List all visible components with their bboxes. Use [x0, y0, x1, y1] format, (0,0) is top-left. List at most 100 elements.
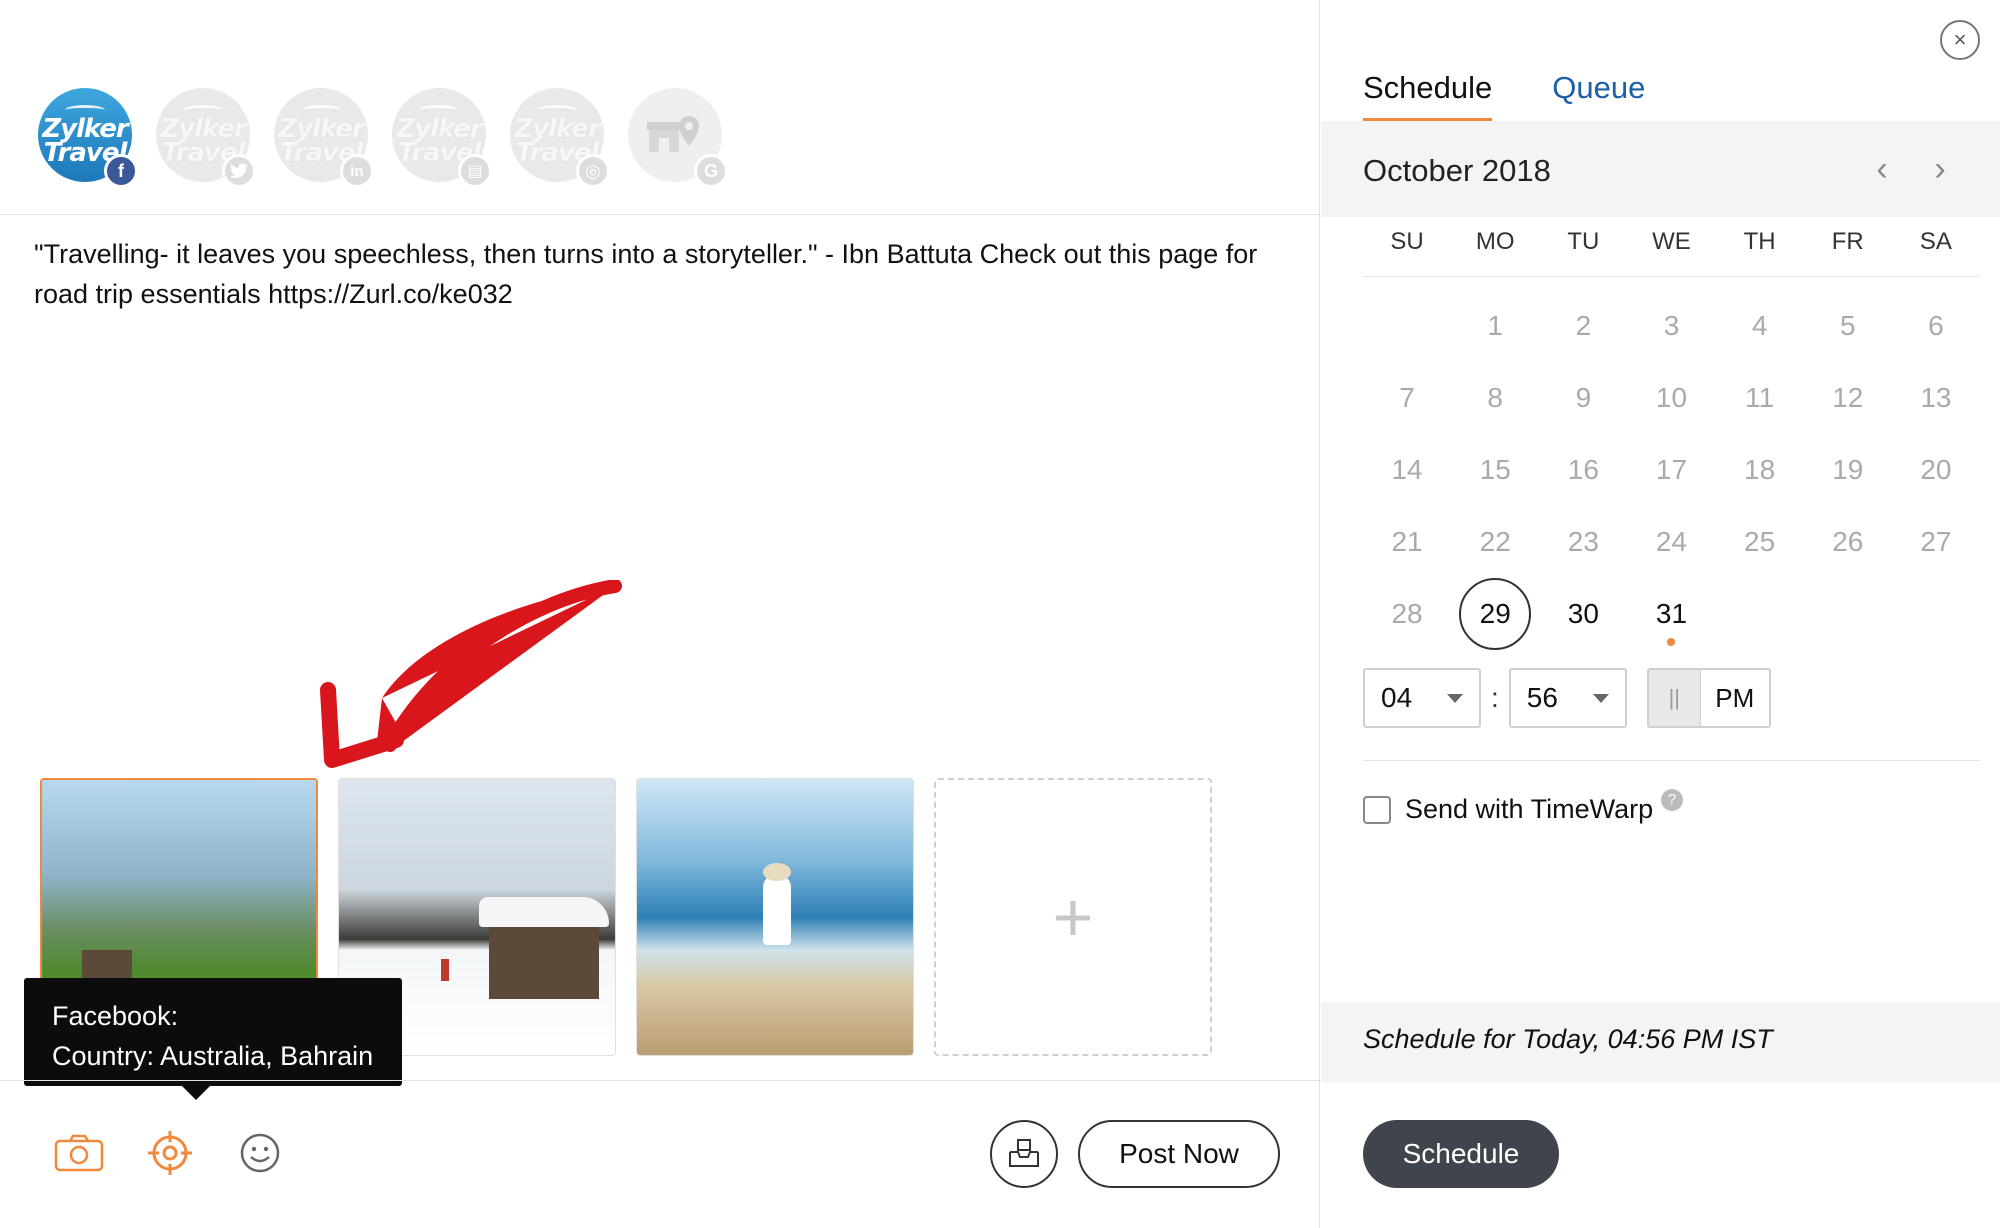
calendar-day: 13 [1892, 362, 1980, 434]
calendar-grid: 1 2 3 4 5 6 7 8 9 10 11 12 13 14 15 16 17 18 19 20 21 22 23 24 2… [1363, 290, 1980, 650]
calendar-day-number: 20 [1920, 454, 1952, 485]
calendar-day-number: 30 [1567, 598, 1599, 629]
calendar-day: 23 [1539, 506, 1627, 578]
chevron-right-icon[interactable]: › [1925, 149, 1955, 189]
weekday-header: SU MO TU WE TH FR SA [1363, 228, 1980, 277]
account-linkedin[interactable]: Zylker Travel in [274, 88, 374, 188]
account-twitter[interactable]: Zylker Travel [156, 88, 256, 188]
account-instagram[interactable]: Zylker Travel ◎ [510, 88, 610, 188]
camera-icon[interactable] [54, 1128, 104, 1178]
tooltip-network: Facebook: [52, 1001, 179, 1031]
account-selector: Zylker Travel f Zylker Travel Zylker Tra… [38, 88, 728, 188]
calendar-day: 11 [1716, 362, 1804, 434]
schedule-summary: Schedule for Today, 04:56 PM IST [1321, 1002, 2000, 1082]
calendar-day: 10 [1627, 362, 1715, 434]
calendar-day-number: 23 [1567, 526, 1599, 557]
calendar-day-number: 27 [1920, 526, 1952, 557]
calendar-day-number: 18 [1744, 454, 1776, 485]
weekday-label: SA [1919, 228, 1952, 255]
calendar-day[interactable]: 30 [1539, 578, 1627, 650]
calendar-day: 22 [1451, 506, 1539, 578]
minute-select[interactable]: 56 [1508, 668, 1627, 728]
timewarp-label[interactable]: Send with TimeWarp [1405, 794, 1653, 825]
calendar-day-number: 13 [1920, 382, 1952, 413]
calendar-day-number: 2 [1575, 310, 1592, 341]
calendar-day-number: 6 [1928, 310, 1944, 341]
account-facebook[interactable]: Zylker Travel f [38, 88, 138, 188]
weekday-label: MO [1475, 228, 1515, 255]
schedule-panel: × Schedule Queue October 2018 ‹ › SU MO … [1321, 0, 2000, 1228]
account-google-my-business[interactable]: G [628, 88, 728, 188]
calendar-day: 3 [1627, 290, 1715, 362]
calendar-day-number: 31 [1655, 598, 1688, 629]
calendar-day-number: 4 [1751, 310, 1768, 341]
calendar-day-number: 19 [1832, 454, 1864, 485]
calendar-day: 6 [1892, 290, 1980, 362]
calendar-day-number: 28 [1391, 598, 1423, 629]
calendar-day: 9 [1539, 362, 1627, 434]
calendar-day: 24 [1627, 506, 1715, 578]
linkedin-page-icon: ▤ [458, 154, 492, 188]
help-icon[interactable]: ? [1661, 788, 1684, 811]
calendar-day: 8 [1451, 362, 1539, 434]
schedule-button[interactable]: Schedule [1363, 1120, 1559, 1188]
toggle-handle[interactable]: || [1648, 670, 1701, 726]
calendar-day-number: 8 [1487, 382, 1503, 413]
media-thumbnail-beach[interactable] [636, 778, 914, 1056]
drafts-tray-icon [1009, 1139, 1039, 1167]
targeting-tooltip: Facebook: Country: Australia, Bahrain [24, 978, 402, 1100]
red-arrow-annotation [320, 580, 622, 768]
calendar-day: 17 [1627, 434, 1715, 506]
tab-schedule[interactable]: Schedule [1363, 70, 1493, 123]
calendar-day-number: 25 [1744, 526, 1776, 557]
calendar-day: 27 [1892, 506, 1980, 578]
divider [1363, 760, 1980, 761]
calendar-day-number: 10 [1655, 382, 1688, 413]
calendar-day-number: 9 [1575, 382, 1592, 413]
calendar-day: 15 [1451, 434, 1539, 506]
divider [0, 1080, 1320, 1081]
calendar-day[interactable]: 31 [1627, 578, 1715, 650]
calendar-day-number: 7 [1399, 382, 1415, 413]
calendar-day[interactable]: 29 [1451, 578, 1539, 650]
hour-select[interactable]: 04 [1363, 668, 1481, 728]
calendar-day: 18 [1716, 434, 1804, 506]
calendar-day-number: 3 [1663, 310, 1680, 341]
weekday-label: TU [1567, 228, 1600, 255]
calendar-day: 4 [1716, 290, 1804, 362]
month-label: October 2018 [1363, 153, 1551, 188]
emoji-icon[interactable] [235, 1128, 285, 1178]
calendar-empty-cell [1363, 290, 1451, 362]
calendar-day-number: 12 [1832, 382, 1864, 413]
twitter-icon [222, 154, 256, 188]
time-separator: : [1491, 682, 1499, 713]
timewarp-checkbox[interactable] [1363, 795, 1391, 824]
calendar-day-number: 26 [1832, 526, 1864, 557]
weekday-label: SU [1390, 228, 1424, 255]
instagram-icon: ◎ [576, 154, 610, 188]
post-text-editor[interactable]: "Travelling- it leaves you speechless, t… [34, 234, 1294, 314]
calendar-day: 19 [1804, 434, 1892, 506]
targeting-crosshair-icon[interactable] [145, 1128, 195, 1178]
weekday-label: FR [1831, 228, 1864, 255]
calendar-day: 5 [1804, 290, 1892, 362]
close-icon[interactable]: × [1940, 20, 1980, 60]
calendar-day-number: 17 [1655, 454, 1688, 485]
calendar-header: October 2018 ‹ › [1321, 121, 2000, 217]
account-linkedin-page[interactable]: Zylker Travel ▤ [392, 88, 492, 188]
post-now-button[interactable]: Post Now [1078, 1120, 1280, 1188]
tooltip-country: Country: Australia, Bahrain [52, 1041, 374, 1071]
caret-down-icon [1447, 693, 1463, 703]
tab-queue[interactable]: Queue [1552, 70, 1645, 123]
minute-value: 56 [1526, 682, 1558, 713]
post-composer: Zylker Travel f Zylker Travel Zylker Tra… [0, 0, 1320, 1228]
calendar-day: 20 [1892, 434, 1980, 506]
hour-value: 04 [1381, 682, 1413, 713]
add-media-button[interactable]: + [934, 778, 1212, 1056]
chevron-left-icon[interactable]: ‹ [1867, 149, 1897, 189]
calendar-day: 2 [1539, 290, 1627, 362]
am-pm-toggle[interactable]: || PM [1646, 668, 1771, 728]
save-draft-button[interactable] [990, 1120, 1058, 1188]
calendar-day: 21 [1363, 506, 1451, 578]
calendar-day: 28 [1363, 578, 1451, 650]
